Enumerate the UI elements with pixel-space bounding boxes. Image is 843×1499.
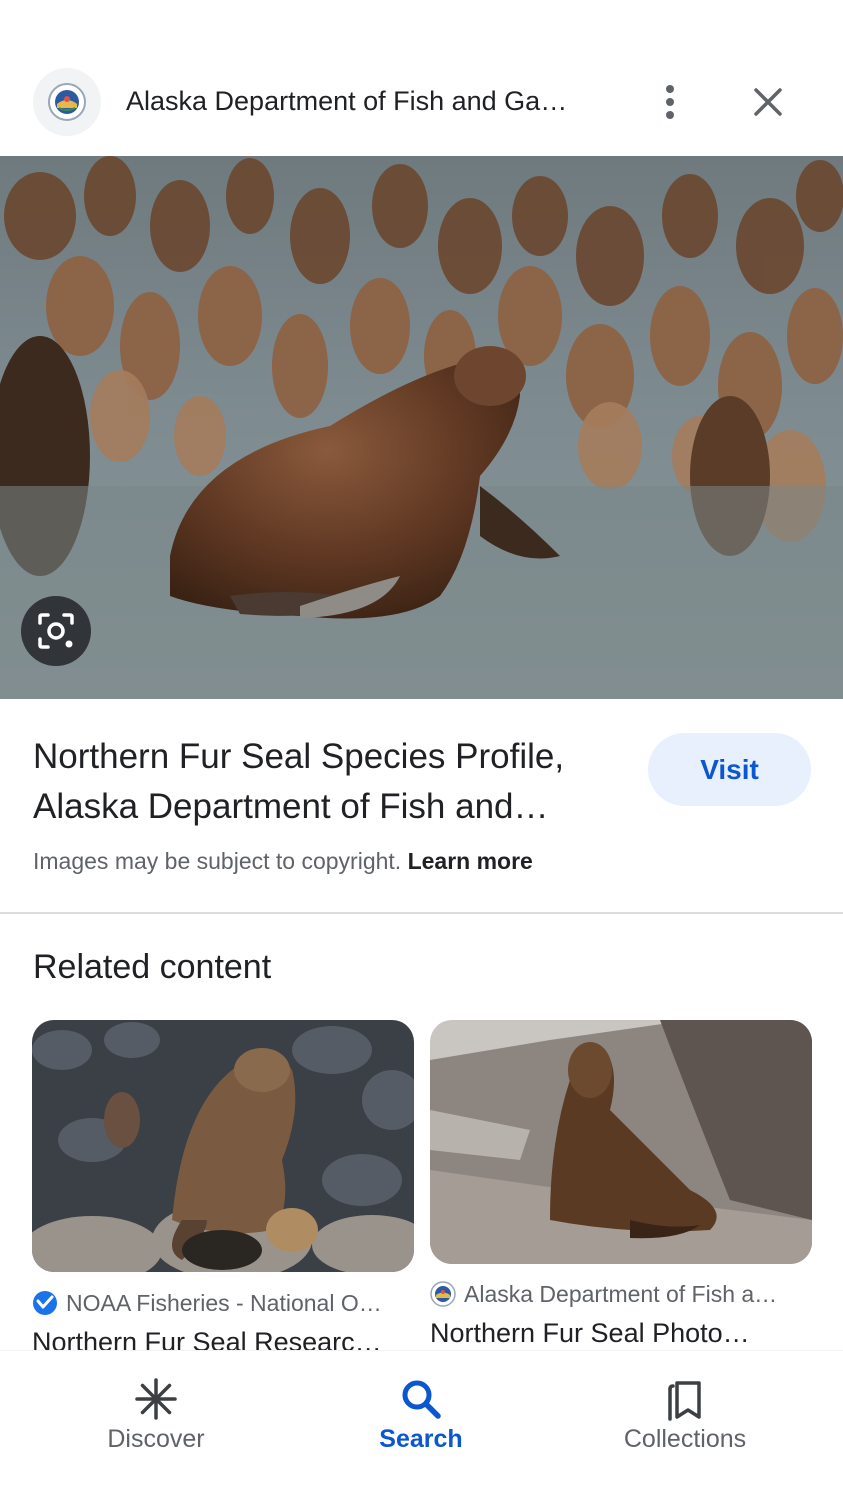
main-seal-image[interactable] xyxy=(0,156,843,699)
related-card-title[interactable]: Northern Fur Seal Photo… xyxy=(430,1318,790,1349)
nav-discover[interactable]: Discover xyxy=(56,1351,256,1499)
related-card-image[interactable] xyxy=(430,1020,812,1264)
close-icon xyxy=(754,88,782,116)
more-options-button[interactable] xyxy=(650,80,690,124)
collections-icon xyxy=(661,1375,709,1423)
bottom-navigation: Discover Search Collections xyxy=(0,1350,843,1499)
visit-button[interactable]: Visit xyxy=(648,733,811,806)
divider xyxy=(0,912,843,914)
copyright-text: Images may be subject to copyright. xyxy=(33,848,402,874)
copyright-notice: Images may be subject to copyright. Lear… xyxy=(33,848,533,875)
asterisk-icon xyxy=(132,1375,180,1423)
viewer-header: Alaska Department of Fish and Ga… xyxy=(0,62,843,142)
nav-collections-label: Collections xyxy=(623,1425,747,1453)
noaa-logo-icon xyxy=(32,1290,58,1316)
related-card-source: Alaska Department of Fish a… xyxy=(430,1280,812,1308)
related-card[interactable]: NOAA Fisheries - National O… Northern Fu… xyxy=(32,1020,414,1358)
close-button[interactable] xyxy=(746,80,790,124)
image-viewer-page: Alaska Department of Fish and Ga… Northe… xyxy=(0,0,843,1499)
more-vert-icon xyxy=(666,85,674,119)
lens-search-button[interactable] xyxy=(21,596,91,666)
search-icon xyxy=(397,1375,445,1423)
nav-search[interactable]: Search xyxy=(321,1351,521,1499)
related-content-heading: Related content xyxy=(33,948,272,986)
related-card[interactable]: Alaska Department of Fish a… Northern Fu… xyxy=(430,1020,812,1349)
source-site-title[interactable]: Alaska Department of Fish and Ga… xyxy=(126,86,596,117)
result-title[interactable]: Northern Fur Seal Species Profile, Alask… xyxy=(33,732,613,832)
adfg-seal-logo-icon xyxy=(430,1281,456,1307)
related-card-source-text: Alaska Department of Fish a… xyxy=(464,1280,778,1307)
related-card-image[interactable] xyxy=(32,1020,414,1272)
adfg-seal-logo-icon[interactable] xyxy=(33,68,101,136)
lens-search-icon xyxy=(38,613,74,649)
related-card-source: NOAA Fisheries - National O… xyxy=(32,1289,414,1317)
nav-collections[interactable]: Collections xyxy=(585,1351,785,1499)
learn-more-link[interactable]: Learn more xyxy=(408,848,533,874)
nav-search-label: Search xyxy=(379,1425,463,1453)
nav-discover-label: Discover xyxy=(107,1425,205,1453)
related-card-source-text: NOAA Fisheries - National O… xyxy=(66,1289,382,1316)
